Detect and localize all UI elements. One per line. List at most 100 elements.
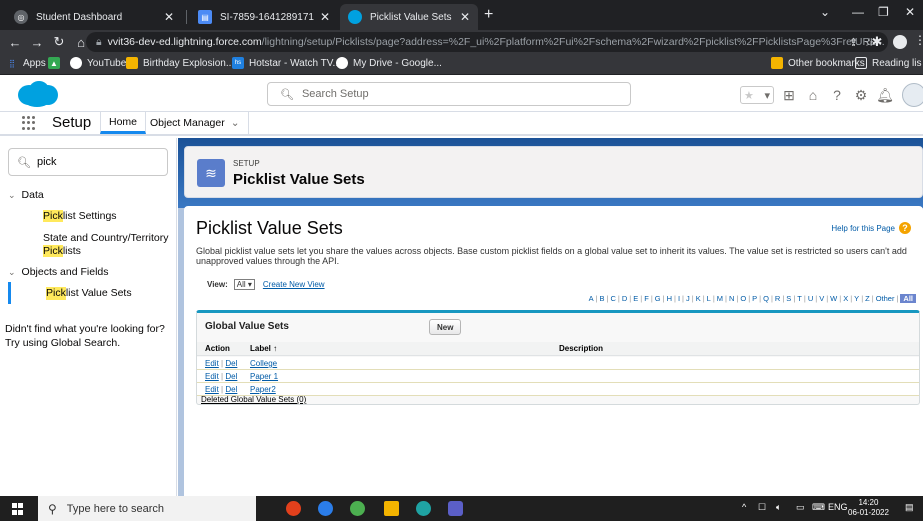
taskbar-search-input[interactable]: ⚲ Type here to search — [38, 496, 256, 521]
bookmark-apps[interactable]: ⣿ Apps — [6, 57, 46, 69]
sidebar-item-state-country-picklists[interactable]: State and Country/Territory Picklists — [43, 232, 173, 258]
gear-icon[interactable]: ⚙ — [852, 86, 870, 104]
bookmark-unnamed[interactable]: ▲ — [48, 57, 65, 69]
windows-start-icon[interactable] — [12, 503, 24, 515]
alpha-filter-d[interactable]: D — [622, 294, 627, 303]
alpha-filter-z[interactable]: Z — [865, 294, 870, 303]
alpha-filter-c[interactable]: C — [611, 294, 616, 303]
alpha-filter-f[interactable]: F — [644, 294, 649, 303]
new-button[interactable]: New — [429, 319, 462, 335]
profile-avatar[interactable] — [893, 35, 907, 49]
alpha-filter-t[interactable]: T — [797, 294, 802, 303]
address-bar[interactable]: 🔒︎ vvit36-dev-ed.lightning.force.com /li… — [86, 32, 888, 52]
keyboard-icon[interactable]: ⌨ — [812, 502, 825, 513]
chrome-menu-icon[interactable]: ⋮ — [914, 33, 923, 47]
alpha-filter-b[interactable]: B — [600, 294, 605, 303]
global-actions-icon[interactable]: ⊞ — [780, 86, 798, 104]
value-set-label-link[interactable]: Paper2 — [250, 385, 276, 394]
user-avatar[interactable] — [902, 83, 923, 107]
chrome-profile-icon[interactable] — [350, 501, 365, 516]
network-icon[interactable]: ☐ — [758, 502, 766, 513]
delete-link[interactable]: Del — [225, 359, 237, 368]
file-explorer-icon[interactable] — [384, 501, 399, 516]
app-launcher-icon[interactable] — [22, 116, 36, 130]
delete-link[interactable]: Del — [225, 372, 237, 381]
view-select[interactable]: All ▾ — [233, 279, 255, 290]
tab-object-manager[interactable]: Object Manager ⌄ — [142, 112, 249, 134]
alpha-filter-u[interactable]: U — [808, 294, 813, 303]
alpha-filter-a[interactable]: A — [589, 294, 594, 303]
create-new-view-link[interactable]: Create New View — [263, 280, 325, 289]
bookmark-drive[interactable]: My Drive - Google... — [336, 57, 442, 69]
alpha-filter-other[interactable]: Other — [876, 294, 895, 303]
tab-home[interactable]: Home — [100, 112, 147, 134]
edit-link[interactable]: Edit — [205, 372, 219, 381]
share-icon[interactable]: ⇪ — [849, 37, 864, 49]
alpha-filter-l[interactable]: L — [707, 294, 711, 303]
restore-icon[interactable]: ❐ — [878, 5, 889, 19]
tab-search-icon[interactable]: ⌄ — [820, 5, 830, 19]
bell-icon[interactable]: 🔔︎ — [876, 86, 894, 104]
sidebar-item-picklist-value-sets[interactable]: Pick list Value Sets — [8, 282, 177, 304]
sidebar-group-data[interactable]: ⌄ Data — [8, 189, 44, 201]
language-indicator[interactable]: ENG — [828, 502, 848, 512]
alpha-filter-o[interactable]: O — [740, 294, 746, 303]
taskbar-clock[interactable]: 14:20 06-01-2022 — [848, 498, 889, 518]
browser-tab-salesforce[interactable]: Picklist Value Sets | Salesforce ✕ — [340, 4, 478, 30]
favorites-button[interactable]: ★ ▾ — [740, 86, 774, 104]
trailhead-icon[interactable]: ⌂ — [804, 86, 822, 104]
delete-link[interactable]: Del — [225, 385, 237, 394]
value-set-label-link[interactable]: Paper 1 — [250, 372, 278, 381]
edge-icon[interactable] — [416, 501, 431, 516]
alpha-filter-h[interactable]: H — [667, 294, 672, 303]
bookmark-youtube[interactable]: YouTube — [70, 57, 126, 69]
alpha-filter-g[interactable]: G — [655, 294, 661, 303]
alpha-filter-e[interactable]: E — [633, 294, 638, 303]
forward-icon[interactable]: → — [26, 35, 48, 50]
bookmark-birthday[interactable]: Birthday Explosion... — [126, 57, 234, 69]
bookmark-reading-list[interactable]: Reading lis — [855, 57, 921, 69]
alpha-filter-j[interactable]: J — [686, 294, 690, 303]
minimize-icon[interactable]: — — [852, 5, 864, 19]
battery-icon[interactable]: ▭ — [796, 502, 805, 513]
alpha-filter-x[interactable]: X — [843, 294, 848, 303]
sidebar-item-picklist-settings[interactable]: Picklist Settings — [43, 210, 173, 223]
new-tab-button[interactable]: + — [484, 6, 493, 24]
bookmark-hotstar[interactable]: hs Hotstar - Watch TV... — [232, 57, 341, 69]
edit-link[interactable]: Edit — [205, 359, 219, 368]
edit-link[interactable]: Edit — [205, 385, 219, 394]
alpha-filter-v[interactable]: V — [819, 294, 824, 303]
close-tab-icon[interactable]: ✕ — [320, 10, 330, 24]
salesforce-logo[interactable] — [15, 80, 59, 108]
help-for-page-link[interactable]: Help for this Page ? — [831, 222, 911, 234]
browser-tab-student-dashboard[interactable]: ◎ Student Dashboard ✕ — [6, 4, 182, 30]
setup-search-input[interactable]: 🔍︎ Search Setup — [267, 82, 631, 106]
bookmark-other[interactable]: Other bookmarks — [771, 57, 865, 69]
quick-find-input[interactable]: 🔍︎ pick — [8, 148, 168, 176]
alpha-filter-y[interactable]: Y — [854, 294, 859, 303]
alpha-filter-r[interactable]: R — [775, 294, 780, 303]
alpha-filter-k[interactable]: K — [696, 294, 701, 303]
alpha-filter-n[interactable]: N — [729, 294, 734, 303]
alpha-filter-all[interactable]: All — [900, 294, 916, 303]
alpha-filter-m[interactable]: M — [717, 294, 723, 303]
chrome-app-icon[interactable] — [318, 501, 333, 516]
reload-icon[interactable]: ↻ — [48, 34, 70, 50]
notifications-icon[interactable]: ▤ — [905, 502, 914, 513]
close-tab-icon[interactable]: ✕ — [460, 10, 470, 24]
close-window-icon[interactable]: ✕ — [905, 5, 915, 19]
column-header-label[interactable]: Label ↑ — [250, 344, 277, 353]
opera-icon[interactable] — [286, 501, 301, 516]
alpha-filter-p[interactable]: P — [752, 294, 757, 303]
deleted-value-sets-link[interactable]: Deleted Global Value Sets (0) — [201, 395, 306, 404]
volume-icon[interactable]: 🔈︎ — [776, 502, 781, 513]
teams-icon[interactable] — [448, 501, 463, 516]
browser-tab-si[interactable]: ▤ SI-7859-1641289171 ✕ — [190, 4, 338, 30]
close-tab-icon[interactable]: ✕ — [164, 10, 174, 24]
sidebar-group-objects-fields[interactable]: ⌄ Objects and Fields — [8, 266, 109, 278]
alpha-filter-i[interactable]: I — [678, 294, 680, 303]
back-icon[interactable]: ← — [4, 35, 26, 50]
help-icon[interactable]: ? — [828, 86, 846, 104]
alpha-filter-w[interactable]: W — [830, 294, 837, 303]
extensions-icon[interactable]: ✱ — [866, 34, 888, 50]
